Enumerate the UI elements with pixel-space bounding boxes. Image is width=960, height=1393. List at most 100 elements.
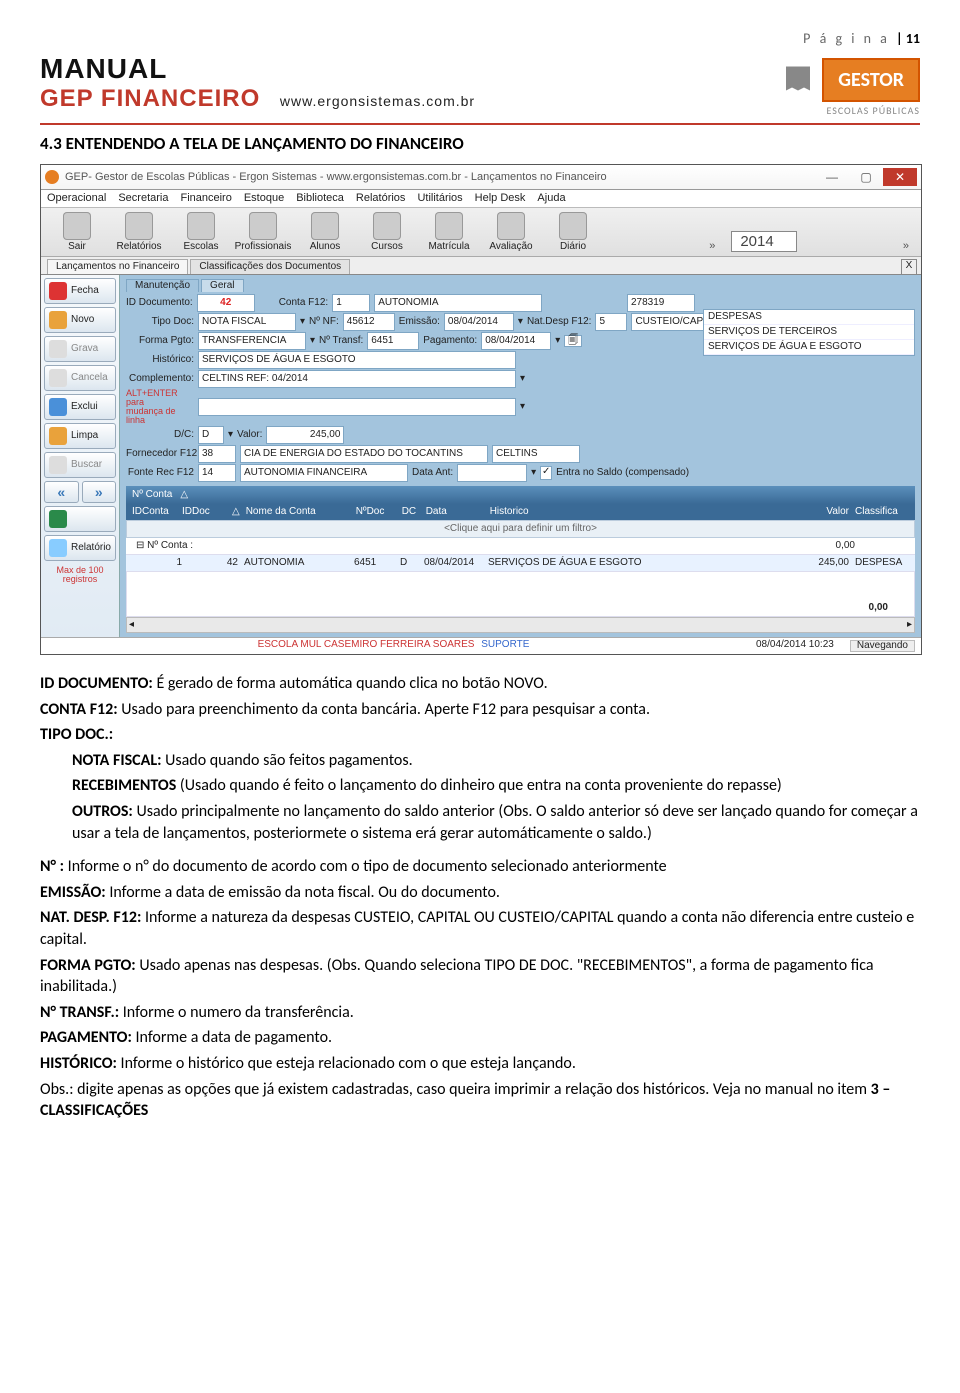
tool-relatorios[interactable]: Relatórios xyxy=(109,212,169,252)
class-item[interactable]: DESPESAS xyxy=(704,310,914,325)
form-tab-geral[interactable]: Geral xyxy=(201,279,243,292)
label-conta: Conta F12: xyxy=(279,298,328,308)
classificacao-listbox[interactable]: DESPESAS SERVIÇOS DE TERCEIROS SERVIÇOS … xyxy=(703,309,915,356)
grid-horizontal-scrollbar[interactable]: ◂▸ xyxy=(126,617,915,633)
tool-profissionais[interactable]: Profissionais xyxy=(233,212,293,252)
field-historico[interactable]: SERVIÇOS DE ÁGUA E ESGOTO xyxy=(198,351,516,369)
btn-relatorio[interactable]: Relatório xyxy=(44,535,116,561)
btn-buscar[interactable]: Buscar xyxy=(44,452,116,478)
field-fonterec-code[interactable]: 14 xyxy=(198,464,236,482)
field-transf[interactable]: 6451 xyxy=(367,332,419,350)
grid-data-row[interactable]: 1 42 AUTONOMIA 6451 D 08/04/2014 SERVIÇO… xyxy=(126,555,915,572)
menu-estoque[interactable]: Estoque xyxy=(244,193,284,204)
btn-cancela[interactable]: Cancela xyxy=(44,365,116,391)
btn-fecha[interactable]: Fecha xyxy=(44,278,116,304)
minimize-button[interactable]: — xyxy=(815,168,849,186)
field-valor[interactable]: 245,00 xyxy=(266,426,344,444)
field-conta-code[interactable]: 1 xyxy=(332,294,370,312)
menu-financeiro[interactable]: Financeiro xyxy=(180,193,231,204)
form-tab-manutencao[interactable]: Manutenção xyxy=(126,279,199,292)
cell-nome: AUTONOMIA xyxy=(244,558,354,568)
label-tipodoc: Tipo Doc: xyxy=(126,317,194,327)
maximize-button[interactable]: ▢ xyxy=(849,168,883,186)
year-selector[interactable]: 2014 xyxy=(731,231,796,252)
field-tipodoc[interactable]: NOTA FISCAL xyxy=(198,313,296,331)
field-conta-num[interactable]: 278319 xyxy=(627,294,695,312)
tool-escolas[interactable]: Escolas xyxy=(171,212,231,252)
field-nf[interactable]: 45612 xyxy=(343,313,395,331)
chevron-down-icon[interactable]: ▾ xyxy=(531,468,536,478)
saldo-checkbox[interactable]: ✓ xyxy=(540,466,552,480)
grid-filter-row[interactable]: <Clique aqui para definir um filtro> xyxy=(126,520,915,538)
tab-lancamentos[interactable]: Lançamentos no Financeiro xyxy=(47,259,188,274)
btn-play[interactable] xyxy=(44,506,116,532)
col-dc[interactable]: DC xyxy=(402,507,426,517)
field-formapgto[interactable]: TRANSFERENCIA xyxy=(198,332,306,350)
chevron-down-icon[interactable]: ▾ xyxy=(555,336,560,346)
field-dc[interactable]: D xyxy=(198,426,224,444)
tool-cursos[interactable]: Cursos xyxy=(357,212,417,252)
form-panel: X Manutenção Geral ID Documento: 42 Cont… xyxy=(120,275,921,637)
btn-limpa[interactable]: Limpa xyxy=(44,423,116,449)
tool-alunos[interactable]: Alunos xyxy=(295,212,355,252)
col-data[interactable]: Data xyxy=(426,507,490,517)
label-valor: Valor: xyxy=(237,430,262,440)
tool-matricula[interactable]: Matrícula xyxy=(419,212,479,252)
menu-secretaria[interactable]: Secretaria xyxy=(118,193,168,204)
field-fonterec-name[interactable]: AUTONOMIA FINANCEIRA xyxy=(240,464,408,482)
term-outros: OUTROS: xyxy=(72,802,133,821)
menu-biblioteca[interactable]: Biblioteca xyxy=(296,193,344,204)
document-icon[interactable]: 🗐 xyxy=(564,335,582,347)
class-item[interactable]: SERVIÇOS DE TERCEIROS xyxy=(704,325,914,340)
gep-title-text: GEP FINANCEIRO xyxy=(40,85,260,112)
col-nomeconta[interactable]: Nome da Conta xyxy=(246,507,356,517)
cell-idconta: 1 xyxy=(132,558,182,568)
chevron-down-icon[interactable]: ▾ xyxy=(300,317,305,327)
chevron-down-icon[interactable]: ▾ xyxy=(228,430,233,440)
col-valor[interactable]: Valor xyxy=(805,507,849,517)
tool-avaliacao[interactable]: Avaliação xyxy=(481,212,541,252)
col-ndoc[interactable]: NºDoc xyxy=(356,507,402,517)
close-button[interactable]: ✕ xyxy=(883,168,917,186)
menu-helpdesk[interactable]: Help Desk xyxy=(475,193,526,204)
nav-next[interactable]: » xyxy=(82,481,117,503)
btn-novo[interactable]: Novo xyxy=(44,307,116,333)
menu-relatorios[interactable]: Relatórios xyxy=(356,193,406,204)
field-complemento[interactable]: CELTINS REF: 04/2014 xyxy=(198,370,516,388)
label-dc: D/C: xyxy=(126,430,194,440)
panel-close-button[interactable]: X xyxy=(901,259,917,275)
chevron-down-icon[interactable]: ▾ xyxy=(518,317,523,327)
btn-exclui[interactable]: Exclui xyxy=(44,394,116,420)
field-dataant[interactable] xyxy=(457,464,527,482)
field-natdesp-code[interactable]: 5 xyxy=(595,313,627,331)
field-complemento-2[interactable] xyxy=(198,398,516,416)
field-fornecedor-name[interactable]: CIA DE ENERGIA DO ESTADO DO TOCANTINS xyxy=(240,445,488,463)
col-historico[interactable]: Historico xyxy=(490,507,805,517)
menu-operacional[interactable]: Operacional xyxy=(47,193,106,204)
toolbar-overflow-left[interactable]: » xyxy=(703,241,721,252)
toolbar-overflow-right[interactable]: » xyxy=(897,241,915,252)
menu-utilitarios[interactable]: Utilitários xyxy=(417,193,462,204)
menu-ajuda[interactable]: Ajuda xyxy=(537,193,565,204)
exit-icon xyxy=(63,212,91,240)
col-classifica[interactable]: Classifica xyxy=(855,507,909,517)
col-iddoc[interactable]: IDDoc xyxy=(182,507,232,517)
tool-sair[interactable]: Sair xyxy=(47,212,107,252)
clear-icon xyxy=(49,427,67,445)
col-idconta[interactable]: IDConta xyxy=(132,507,182,517)
nav-prev[interactable]: « xyxy=(44,481,79,503)
tool-diario[interactable]: Diário xyxy=(543,212,603,252)
field-emissao[interactable]: 08/04/2014 xyxy=(444,313,514,331)
class-item[interactable]: SERVIÇOS DE ÁGUA E ESGOTO xyxy=(704,340,914,355)
grid-group-header[interactable]: Nº Conta△ xyxy=(126,486,915,504)
field-conta-name[interactable]: AUTONOMIA xyxy=(374,294,542,312)
chevron-down-icon[interactable]: ▾ xyxy=(520,374,525,384)
chevron-down-icon[interactable]: ▾ xyxy=(520,402,525,412)
sort-asc-icon: △ xyxy=(180,490,188,500)
chevron-down-icon[interactable]: ▾ xyxy=(310,336,315,346)
tab-classificacoes[interactable]: Classificações dos Documentos xyxy=(190,259,350,274)
btn-grava[interactable]: Grava xyxy=(44,336,116,362)
field-pagamento[interactable]: 08/04/2014 xyxy=(481,332,551,350)
search-icon xyxy=(49,456,67,474)
field-fornecedor-code[interactable]: 38 xyxy=(198,445,236,463)
